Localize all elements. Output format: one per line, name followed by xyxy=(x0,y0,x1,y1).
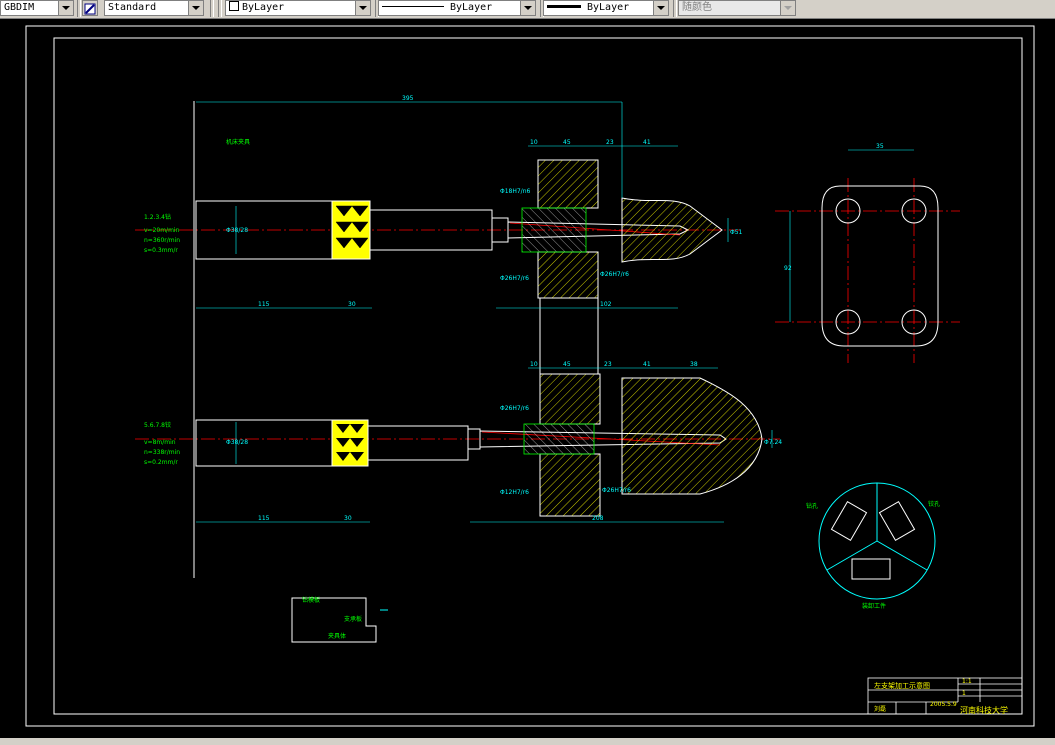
dim-lower-seg-23: 23 xyxy=(604,361,612,368)
title-sheet: 1 xyxy=(962,690,966,697)
fit-lower-1: Φ26H7/r6 xyxy=(500,405,529,412)
textstyle-combo[interactable]: Standard xyxy=(104,0,204,16)
lower-feed: s=0.2mm/r xyxy=(144,459,178,466)
dim-top-seg-45: 45 xyxy=(563,139,571,146)
toolbar-separator xyxy=(77,0,81,17)
lower-bushing xyxy=(523,423,595,455)
layer-color-combo[interactable]: ByLayer xyxy=(225,0,371,16)
chevron-down-icon[interactable] xyxy=(355,1,370,15)
block-top-label: 钻模板 xyxy=(302,596,320,604)
dim-dia-upper: Φ51 xyxy=(730,229,743,236)
lower-chuck xyxy=(331,419,369,467)
dimstyle-value: GBDIM xyxy=(4,2,35,13)
dim-lower-seg-45: 45 xyxy=(563,361,571,368)
title-school: 河南科技大学 xyxy=(960,705,1008,715)
station-lower-label: 5.6.7.8铰 xyxy=(144,421,171,429)
chevron-down-icon[interactable] xyxy=(780,1,795,15)
rotary-left-part xyxy=(830,500,868,542)
textstyle-value: Standard xyxy=(108,2,157,13)
upper-workpiece xyxy=(621,197,723,263)
color-swatch-icon xyxy=(229,1,239,11)
textstyle-icon-graphic xyxy=(84,3,96,15)
dim-bottom-seg-30: 30 xyxy=(348,301,356,308)
dim-lower-bottom-208: 208 xyxy=(592,515,604,522)
lower-spindle-housing xyxy=(195,419,333,467)
title-drawn-by: 刘磊 xyxy=(874,705,886,713)
chevron-down-icon[interactable] xyxy=(653,1,668,15)
lower-tool-holder xyxy=(367,425,469,461)
rotary-left-label: 钻孔 xyxy=(806,502,818,510)
dim-top-seg-41: 41 xyxy=(643,139,651,146)
dim-view-width-35: 35 xyxy=(876,143,884,150)
dim-top-overall: 395 xyxy=(402,95,414,102)
plotstyle-combo[interactable]: 随颜色 xyxy=(678,0,796,16)
lower-spindle-speed: n=338r/min xyxy=(144,449,180,456)
properties-toolbar: GBDIM Standard ByLayer ByLayer ByLayer 随… xyxy=(0,0,1055,19)
upper-cutting-speed: v=20m/min xyxy=(144,227,180,234)
dim-dia-lower: Φ7.24 xyxy=(764,439,782,446)
rotary-load-station xyxy=(851,558,891,580)
dim-view-height-92: 92 xyxy=(784,265,792,272)
lower-workpiece xyxy=(621,377,763,495)
station-upper-label: 1.2.3.4钻 xyxy=(144,213,171,221)
dim-top-seg-23: 23 xyxy=(606,139,614,146)
outer-frame xyxy=(25,25,1035,727)
fit-upper-3: Φ26H7/r6 xyxy=(600,271,629,278)
lineweight-combo[interactable]: ByLayer xyxy=(543,0,669,16)
dim-lower-bottom-115: 115 xyxy=(258,515,270,522)
lineweight-preview-icon xyxy=(547,5,581,8)
leader-top-label: 机床夹具 xyxy=(226,138,250,146)
rotary-right-part xyxy=(878,500,916,542)
status-strip xyxy=(0,738,1055,745)
toolbar-separator xyxy=(210,0,214,17)
drawing-canvas[interactable]: 395 10 45 23 41 115 30 102 10 45 23 41 3… xyxy=(0,18,1055,738)
inner-frame xyxy=(53,37,1023,715)
fixture-body-verticals xyxy=(193,101,599,578)
block-side-label: 支承板 xyxy=(344,615,362,623)
dim-bottom-seg-102: 102 xyxy=(600,301,612,308)
dimstyle-combo[interactable]: GBDIM xyxy=(0,0,74,16)
upper-station xyxy=(195,159,723,299)
upper-drill-plate xyxy=(537,159,599,209)
dim-lower-bottom-30: 30 xyxy=(344,515,352,522)
chevron-down-icon[interactable] xyxy=(58,1,73,15)
plotstyle-value: 随颜色 xyxy=(682,2,712,13)
toolbar-separator xyxy=(673,0,677,17)
spindle-upper-label: Φ38/28 xyxy=(226,227,248,234)
fit-upper-2: Φ26H7/r6 xyxy=(500,275,529,282)
toolbar-separator xyxy=(218,0,222,17)
dim-lower-seg-10: 10 xyxy=(530,361,538,368)
lineweight-value: ByLayer xyxy=(587,2,630,13)
rotary-table-diagram xyxy=(818,482,936,600)
dim-top-seg-10: 10 xyxy=(530,139,538,146)
rotary-right-label: 铰孔 xyxy=(928,500,940,508)
upper-spindle-speed: n=360r/min xyxy=(144,237,180,244)
linetype-value: ByLayer xyxy=(450,2,493,13)
chevron-down-icon[interactable] xyxy=(520,1,535,15)
dim-bottom-seg-115: 115 xyxy=(258,301,270,308)
fit-lower-3: Φ26H7/r6 xyxy=(602,487,631,494)
upper-feed: s=0.3mm/r xyxy=(144,247,178,254)
spindle-lower-label: Φ38/28 xyxy=(226,439,248,446)
linetype-preview-icon xyxy=(382,6,444,7)
dim-lower-seg-41: 41 xyxy=(643,361,651,368)
textstyle-manager-icon[interactable] xyxy=(82,0,98,16)
title-date: 2005.5.9 xyxy=(930,701,957,708)
title-scale: 1:1 xyxy=(962,678,972,685)
fit-lower-2: Φ12H7/r6 xyxy=(500,489,529,496)
lower-drill-plate xyxy=(539,373,601,425)
linetype-combo[interactable]: ByLayer xyxy=(378,0,536,16)
fit-upper-1: Φ18H7/n6 xyxy=(500,188,531,195)
title-drawing-name: 左支架加工示意图 xyxy=(874,681,930,690)
layer-color-value: ByLayer xyxy=(242,2,285,13)
chevron-down-icon[interactable] xyxy=(188,1,203,15)
rotary-bottom-label: 装卸工件 xyxy=(862,602,886,610)
block-bottom-label: 夹具体 xyxy=(328,632,346,640)
upper-drill-plate-lower xyxy=(537,251,599,299)
dim-lower-seg-38: 38 xyxy=(690,361,698,368)
upper-bushing xyxy=(521,207,587,253)
lower-drill-plate-lower xyxy=(539,453,601,517)
lower-station xyxy=(195,373,763,517)
lower-cutting-speed: v=8m/min xyxy=(144,439,176,446)
